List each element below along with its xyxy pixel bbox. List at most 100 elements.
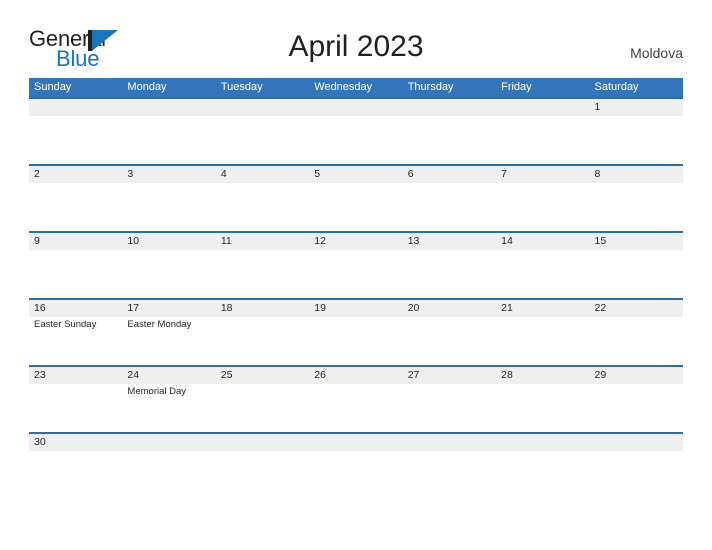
day-event [221, 250, 309, 251]
day-cell[interactable]: 18 [216, 300, 309, 367]
day-cell[interactable]: 10 [122, 233, 215, 300]
day-event: Easter Monday [127, 319, 192, 330]
day-cell[interactable]: 15 [590, 233, 683, 300]
day-cell[interactable] [590, 434, 683, 501]
weekday-header-row: Sunday Monday Tuesday Wednesday Thursday… [29, 78, 683, 97]
day-cell[interactable]: 13 [403, 233, 496, 300]
calendar-grid: Sunday Monday Tuesday Wednesday Thursday… [29, 78, 683, 499]
day-number [34, 99, 122, 116]
day-event [595, 116, 683, 117]
day-event [127, 183, 215, 184]
day-number: 10 [127, 235, 140, 247]
day-cell[interactable]: 27 [403, 367, 496, 434]
day-cell[interactable]: 5 [309, 166, 402, 233]
day-cell[interactable] [122, 99, 215, 166]
calendar-week-row: 30 [29, 432, 683, 499]
day-cell[interactable]: 29 [590, 367, 683, 434]
day-cell[interactable]: 4 [216, 166, 309, 233]
day-number [314, 99, 402, 116]
calendar-week-row: 23 24 Memorial Day 25 26 27 28 29 [29, 365, 683, 432]
day-event [314, 116, 402, 117]
day-cell[interactable]: 8 [590, 166, 683, 233]
day-cell-container: 1 [29, 99, 683, 166]
day-cell[interactable]: 20 [403, 300, 496, 367]
page-title: April 2023 [288, 30, 424, 63]
day-cell[interactable]: 16 Easter Sunday [29, 300, 122, 367]
day-cell[interactable]: 22 [590, 300, 683, 367]
day-event [221, 317, 309, 318]
day-event [408, 116, 496, 117]
day-number: 12 [314, 235, 326, 247]
day-cell[interactable]: 12 [309, 233, 402, 300]
day-cell[interactable]: 17 Easter Monday [122, 300, 215, 367]
day-number [127, 99, 215, 116]
day-number: 14 [501, 235, 513, 247]
day-cell[interactable]: 28 [496, 367, 589, 434]
day-cell[interactable] [309, 434, 402, 501]
day-cell[interactable]: 19 [309, 300, 402, 367]
day-cell[interactable] [309, 99, 402, 166]
day-cell[interactable] [496, 99, 589, 166]
calendar-week-row: 2 3 4 5 6 7 8 [29, 164, 683, 231]
day-cell[interactable] [122, 434, 215, 501]
day-cell[interactable]: 25 [216, 367, 309, 434]
day-number [501, 434, 589, 451]
day-number: 11 [220, 235, 232, 247]
day-cell[interactable] [496, 434, 589, 501]
day-cell[interactable]: 3 [122, 166, 215, 233]
day-cell[interactable] [403, 99, 496, 166]
day-event [408, 250, 496, 251]
day-number: 8 [594, 168, 601, 180]
day-cell[interactable]: 7 [496, 166, 589, 233]
day-number: 4 [220, 168, 227, 180]
day-cell[interactable]: 6 [403, 166, 496, 233]
day-cell[interactable]: 9 [29, 233, 122, 300]
day-number: 23 [34, 369, 46, 381]
calendar-week-row: 16 Easter Sunday 17 Easter Monday 18 19 … [29, 298, 683, 365]
day-number: 7 [501, 168, 507, 180]
day-number [221, 99, 309, 116]
calendar-week-row: 9 10 11 12 13 14 15 [29, 231, 683, 298]
day-cell[interactable] [29, 99, 122, 166]
day-event [408, 317, 496, 318]
day-event [314, 183, 402, 184]
day-number: 29 [594, 369, 607, 381]
day-cell[interactable]: 11 [216, 233, 309, 300]
calendar-week-row: 1 [29, 97, 683, 164]
day-number: 17 [127, 302, 140, 314]
day-event [127, 451, 215, 452]
day-number: 24 [127, 369, 140, 381]
day-number [221, 434, 309, 451]
day-number: 28 [501, 369, 513, 381]
day-number [595, 434, 683, 451]
day-cell-container: 23 24 Memorial Day 25 26 27 28 29 [29, 367, 683, 434]
day-event [408, 451, 496, 452]
weekday-header-friday: Friday [501, 81, 532, 93]
day-number: 1 [594, 101, 601, 113]
day-number: 22 [594, 302, 607, 314]
day-cell[interactable] [403, 434, 496, 501]
day-cell[interactable]: 21 [496, 300, 589, 367]
day-event [314, 317, 402, 318]
day-cell[interactable]: 24 Memorial Day [122, 367, 215, 434]
day-event [501, 384, 589, 385]
day-cell[interactable]: 23 [29, 367, 122, 434]
day-event [34, 384, 122, 385]
day-cell[interactable]: 14 [496, 233, 589, 300]
weekday-header-wednesday: Wednesday [314, 81, 373, 93]
day-cell[interactable]: 2 [29, 166, 122, 233]
day-cell[interactable]: 26 [309, 367, 402, 434]
day-number: 26 [314, 369, 326, 381]
day-number [408, 434, 496, 451]
day-cell[interactable]: 30 [29, 434, 122, 501]
day-event [501, 451, 589, 452]
day-cell[interactable]: 1 [590, 99, 683, 166]
day-number: 3 [127, 168, 134, 180]
day-cell[interactable] [216, 99, 309, 166]
day-number: 13 [407, 235, 420, 247]
day-event [501, 317, 589, 318]
day-event [314, 384, 402, 385]
day-cell[interactable] [216, 434, 309, 501]
day-event [501, 250, 589, 251]
day-number [314, 434, 402, 451]
